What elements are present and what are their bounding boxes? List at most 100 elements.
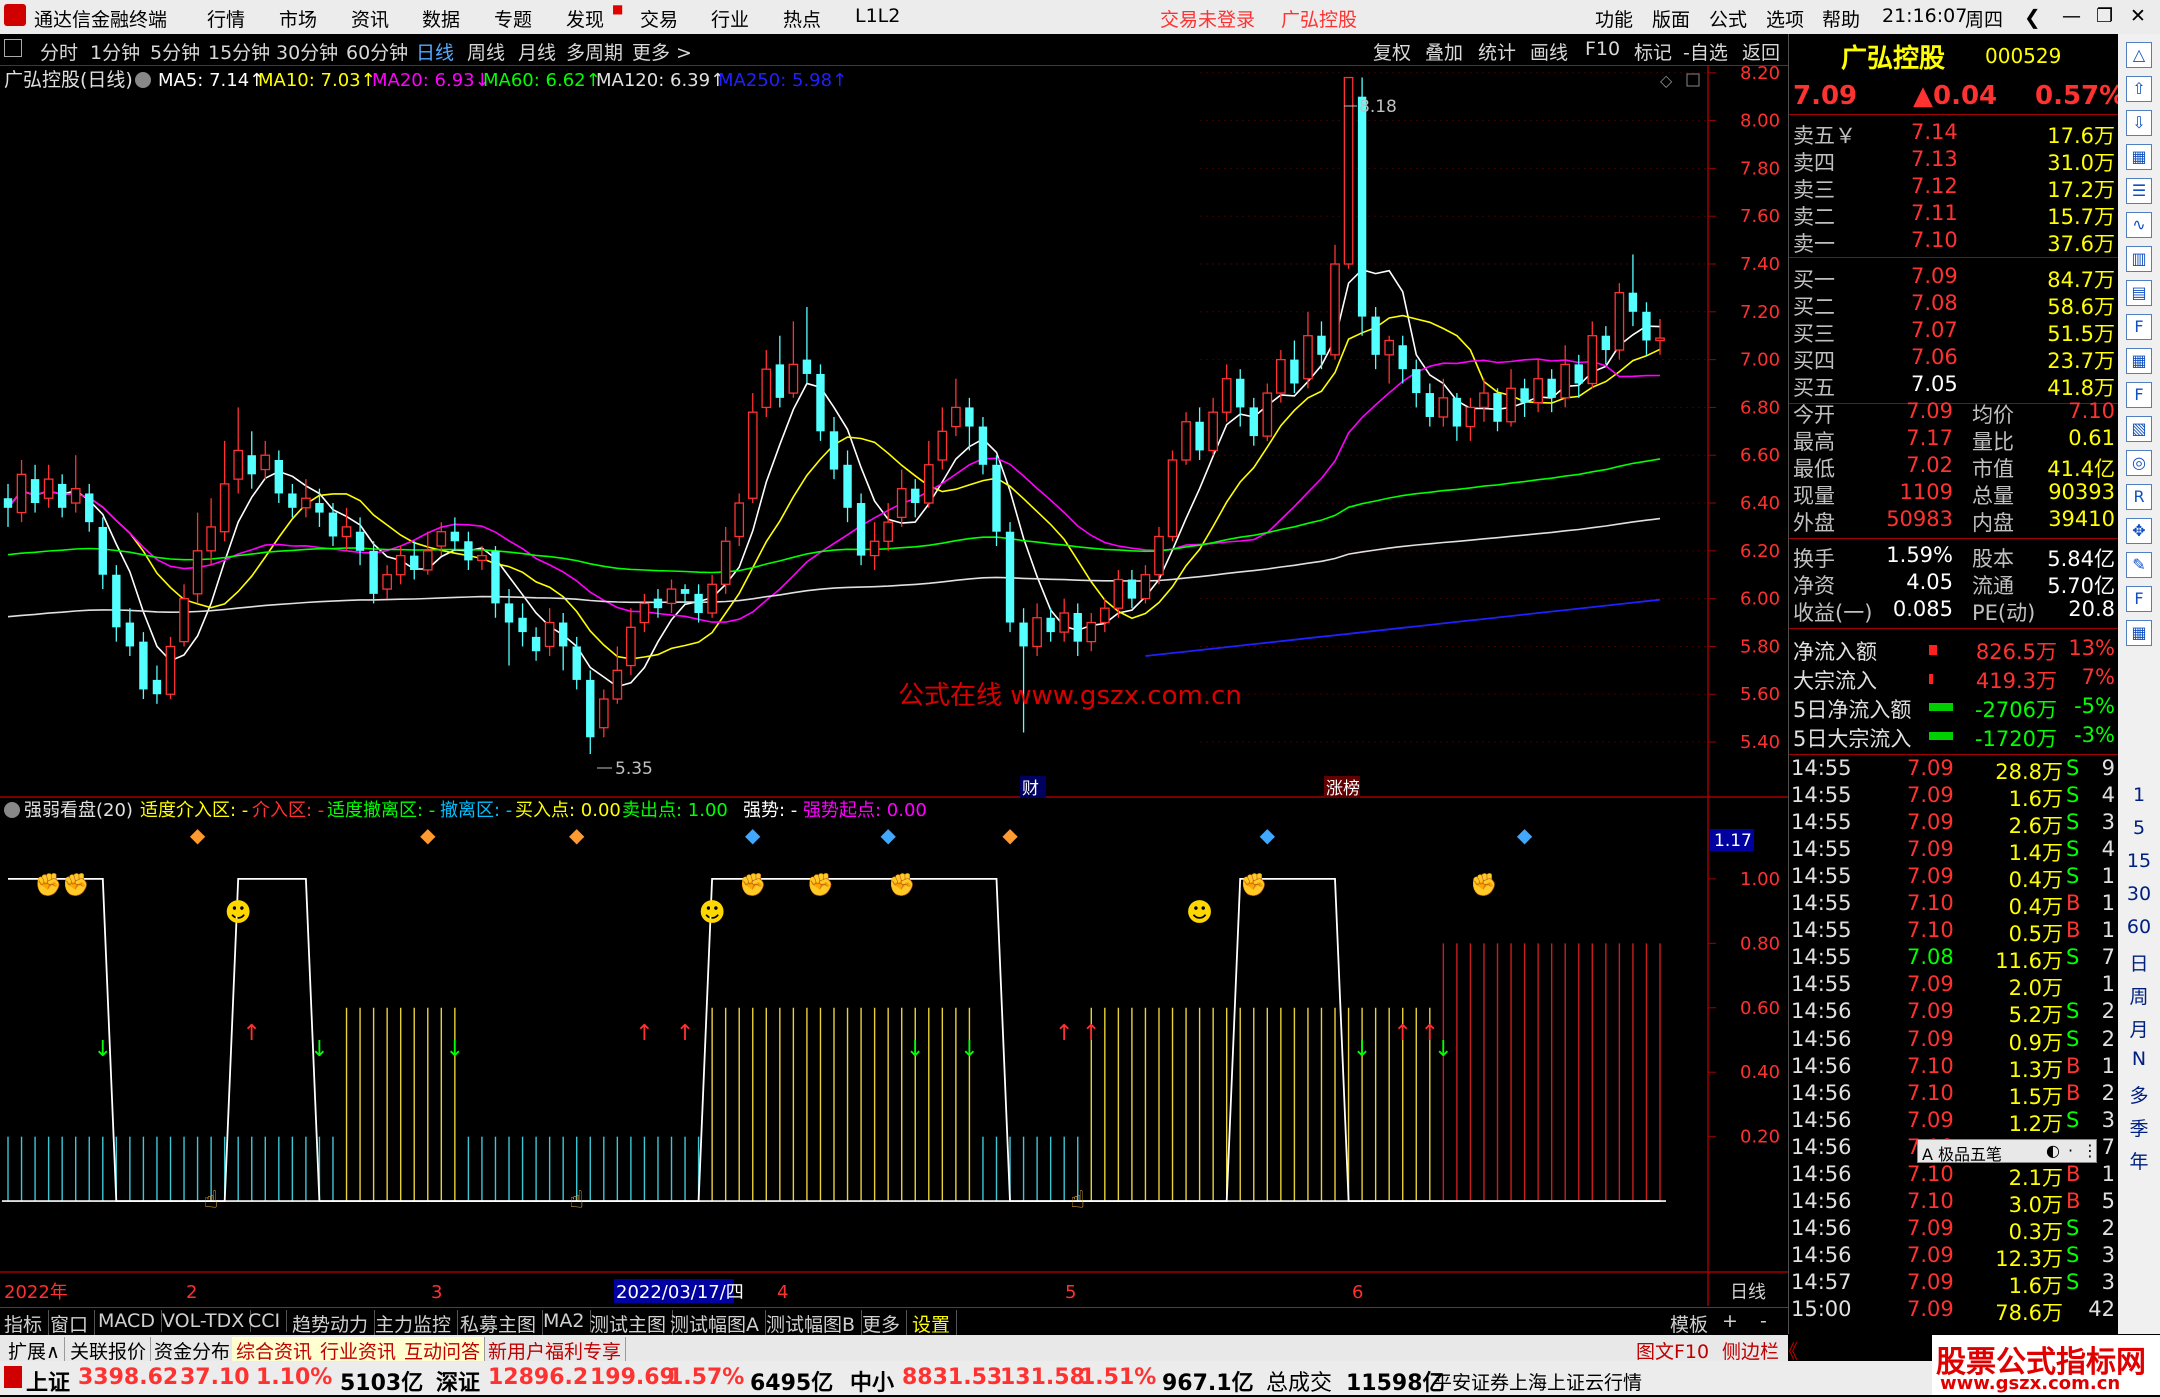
tab-4[interactable]: CCI: [248, 1310, 288, 1332]
side-period-6[interactable]: 周: [2118, 982, 2160, 1009]
fs-icon[interactable]: F: [2126, 586, 2152, 612]
side-period-0[interactable]: 1: [2118, 784, 2160, 806]
menu-l1l2[interactable]: L1L2: [855, 5, 900, 27]
back-arrow-icon[interactable]: ❮: [2024, 5, 2041, 29]
chart-diamond-icon[interactable]: ◇: [1660, 71, 1673, 90]
period-more[interactable]: 更多 >: [632, 38, 692, 65]
bottom-info-6[interactable]: 新用户福利专享: [484, 1337, 627, 1364]
period-week[interactable]: 周线: [467, 38, 505, 65]
restore-icon[interactable]: ❐: [2096, 5, 2113, 27]
tool-huaxian[interactable]: 画线: [1530, 38, 1568, 65]
bottom-info-2[interactable]: 资金分布: [150, 1337, 236, 1364]
candlestick-icon[interactable]: ▥: [2126, 246, 2152, 272]
period-fenshi[interactable]: 分时: [40, 38, 78, 65]
calculator-icon[interactable]: ▦: [2126, 144, 2152, 170]
rsi-icon[interactable]: R: [2126, 484, 2152, 510]
move-icon[interactable]: ✥: [2126, 518, 2152, 544]
chart-area[interactable]: ↓ ↓ ↓ ↓ ↓ ↓ ↓↑ ↑ ↑ ↑ ↑ ↑ ↑☻ ☻ ☻✊ ✊ ✊ ✊ ✊ ✊ ✊☝ ☝ ☝◆ ◆ ◆ ◆◆ ◆ ◆ ◆ 8.20…: [0, 66, 1788, 1306]
tab-6[interactable]: 主力监控: [375, 1310, 459, 1337]
bottom-info-1[interactable]: 关联报价: [66, 1337, 152, 1364]
bottom-right-3[interactable]: 价: [1880, 1337, 1899, 1364]
up-triangle-icon[interactable]: △: [2126, 42, 2152, 68]
tab-1[interactable]: 窗口: [50, 1310, 96, 1337]
circle-icon[interactable]: ◎: [2126, 450, 2152, 476]
tab-8[interactable]: MA2: [543, 1310, 592, 1332]
side-period-4[interactable]: 60: [2118, 916, 2160, 938]
tab-13[interactable]: 设置: [912, 1310, 958, 1337]
zx-name[interactable]: 中小: [850, 1365, 894, 1397]
f10-icon[interactable]: F: [2126, 314, 2152, 340]
period-15min[interactable]: 15分钟: [208, 38, 270, 65]
tool-fuquan[interactable]: 复权: [1373, 38, 1411, 65]
side-period-9[interactable]: 多: [2118, 1081, 2160, 1108]
menu-hangye[interactable]: 行业: [711, 5, 749, 32]
tab-10[interactable]: 测试幅图A: [670, 1310, 766, 1337]
bottom-right-2[interactable]: 笔: [1836, 1337, 1855, 1364]
side-period-8[interactable]: N: [2118, 1048, 2160, 1070]
tab-12[interactable]: 更多: [862, 1310, 908, 1337]
side-period-3[interactable]: 30: [2118, 883, 2160, 905]
tab-7[interactable]: 私募主图: [460, 1310, 544, 1337]
pen-icon[interactable]: ✎: [2126, 552, 2152, 578]
close-icon[interactable]: ✕: [2130, 5, 2146, 27]
bottom-info-4[interactable]: 行业资讯: [316, 1337, 402, 1364]
tool-diejia[interactable]: 叠加: [1425, 38, 1463, 65]
list-icon[interactable]: ☰: [2126, 178, 2152, 204]
tab-right-0[interactable]: 模板: [1670, 1310, 1708, 1337]
menu-gongshi[interactable]: 公式: [1709, 5, 1747, 32]
side-period-10[interactable]: 季: [2118, 1114, 2160, 1141]
table-icon[interactable]: ▦: [2126, 348, 2152, 374]
tab-5[interactable]: 趋势动力: [292, 1310, 376, 1337]
bottom-info-0[interactable]: 扩展∧: [4, 1337, 65, 1364]
period-multi[interactable]: 多周期: [566, 38, 623, 65]
tool-f10[interactable]: F10: [1585, 38, 1620, 60]
up-arrow-icon[interactable]: ⇧: [2126, 76, 2152, 102]
menu-shuju[interactable]: 数据: [422, 5, 460, 32]
bottom-right-0[interactable]: 图文F10: [1636, 1337, 1709, 1364]
f5-icon[interactable]: ▧: [2126, 416, 2152, 442]
menu-zhuanti[interactable]: 专题: [494, 5, 532, 32]
tab-3[interactable]: VOL-TDX: [162, 1310, 252, 1332]
tab-right-2[interactable]: -: [1760, 1310, 1767, 1332]
period-60min[interactable]: 60分钟: [346, 38, 408, 65]
menu-banmian[interactable]: 版面: [1652, 5, 1690, 32]
login-status[interactable]: 交易未登录: [1160, 5, 1255, 32]
period-1min[interactable]: 1分钟: [90, 38, 140, 65]
indicator-options-icon[interactable]: [4, 802, 20, 818]
side-period-5[interactable]: 日: [2118, 949, 2160, 976]
chart-line-icon[interactable]: ∿: [2126, 212, 2152, 238]
side-period-2[interactable]: 15: [2118, 850, 2160, 872]
side-period-7[interactable]: 月: [2118, 1015, 2160, 1042]
menu-zixun[interactable]: 资讯: [351, 5, 389, 32]
f2-icon[interactable]: F: [2126, 382, 2152, 408]
minimize-icon[interactable]: —: [2062, 5, 2081, 27]
tool-tongji[interactable]: 统计: [1478, 38, 1516, 65]
tab-0[interactable]: 指标: [4, 1310, 50, 1337]
tool-zixuan[interactable]: -自选: [1683, 38, 1728, 65]
period-month[interactable]: 月线: [518, 38, 556, 65]
ime-menu-icon[interactable]: ⋮: [2082, 1141, 2098, 1160]
tool-biaoji[interactable]: 标记: [1634, 38, 1672, 65]
grid-icon[interactable]: ▦: [2126, 620, 2152, 646]
sh-name[interactable]: 上证: [26, 1365, 70, 1397]
menu-jiaoyi[interactable]: 交易: [640, 5, 678, 32]
panel-toggle-icon[interactable]: [4, 39, 22, 57]
menu-redian[interactable]: 热点: [783, 5, 821, 32]
menu-shichang[interactable]: 市场: [279, 5, 317, 32]
marker-zhangbang[interactable]: 涨榜: [1326, 779, 1360, 799]
side-period-1[interactable]: 5: [2118, 817, 2160, 839]
ime-moon-icon[interactable]: ◐: [2046, 1141, 2060, 1160]
sz-name[interactable]: 深证: [436, 1365, 480, 1397]
ime-toolbar[interactable]: A 极品五笔 ◐ · ⋮: [1917, 1139, 2098, 1164]
ime-dot-icon[interactable]: ·: [2068, 1141, 2073, 1160]
tab-11[interactable]: 测试幅图B: [766, 1310, 863, 1337]
news-icon[interactable]: ▤: [2126, 280, 2152, 306]
menu-xuanxiang[interactable]: 选项: [1766, 5, 1804, 32]
down-arrow-icon[interactable]: ⇩: [2126, 110, 2152, 136]
period-day[interactable]: 日线: [416, 38, 454, 65]
side-period-11[interactable]: 年: [2118, 1147, 2160, 1174]
tab-9[interactable]: 测试主图: [590, 1310, 674, 1337]
menu-gongneng[interactable]: 功能: [1595, 5, 1633, 32]
period-5min[interactable]: 5分钟: [150, 38, 200, 65]
period-30min[interactable]: 30分钟: [276, 38, 338, 65]
